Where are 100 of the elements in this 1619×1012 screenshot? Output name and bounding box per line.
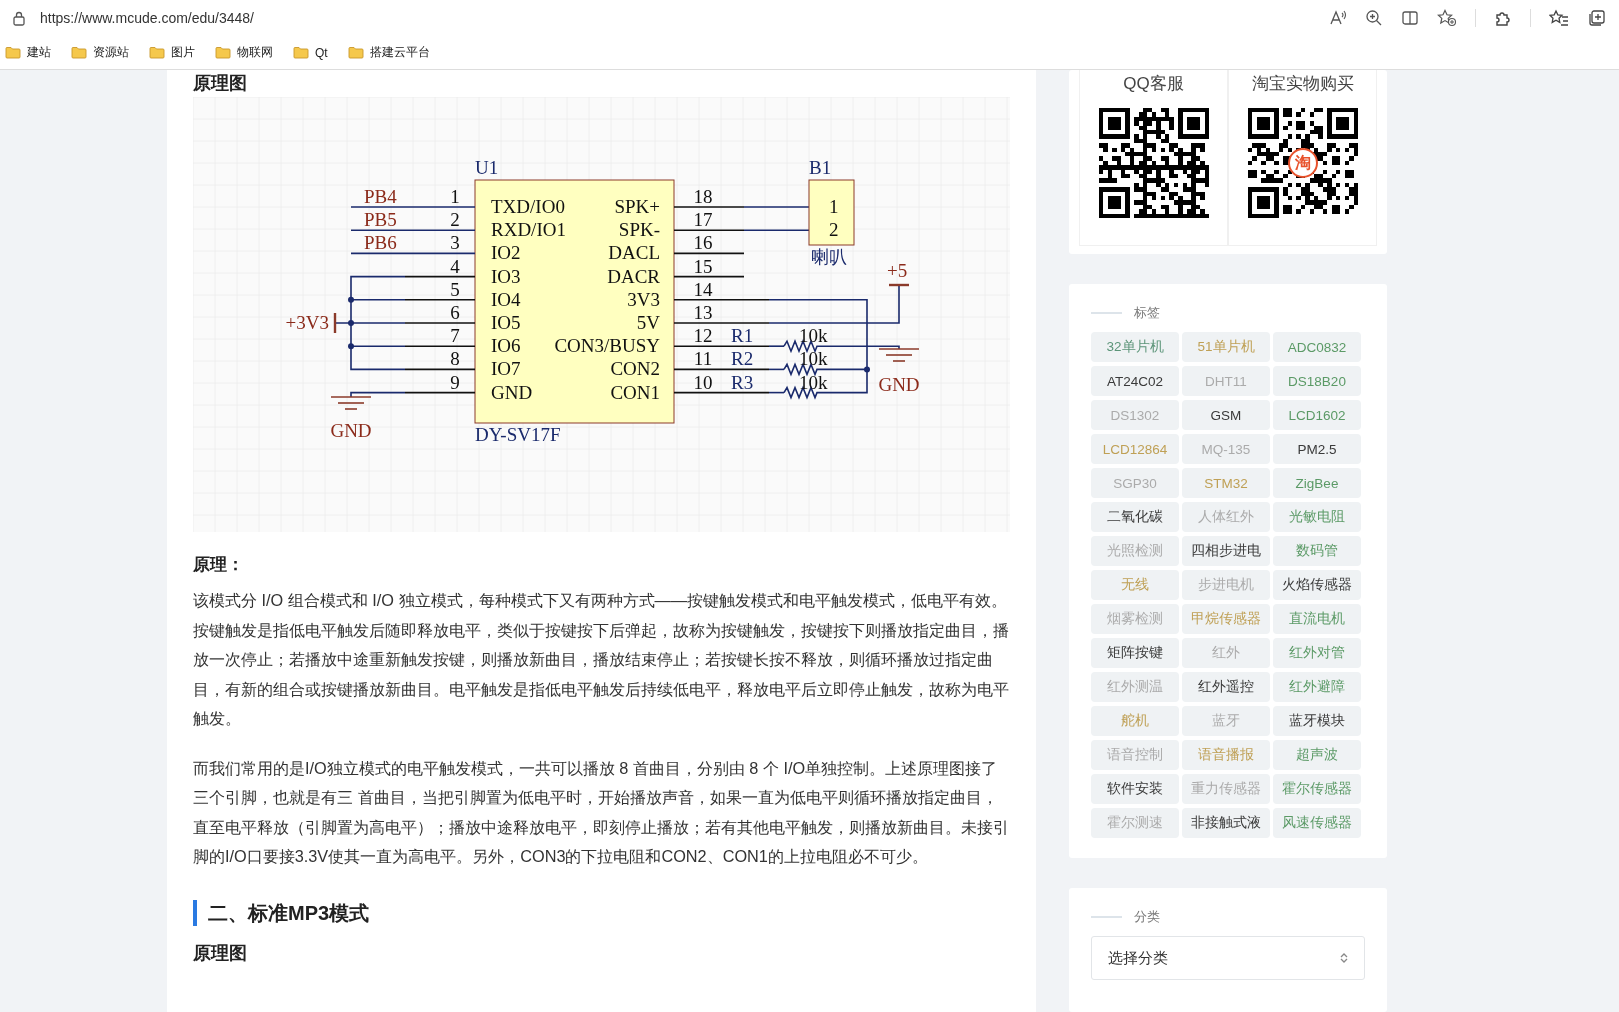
- split-screen-icon[interactable]: [1401, 9, 1419, 27]
- pin-number: 8: [450, 348, 460, 370]
- tag-link[interactable]: 蓝牙模块: [1273, 706, 1361, 736]
- power-symbol: [889, 283, 909, 287]
- tag-link[interactable]: 红外遥控: [1182, 672, 1270, 702]
- tag-link[interactable]: 红外测温: [1091, 672, 1179, 702]
- bookmark-item[interactable]: 搭建云平台: [347, 44, 430, 61]
- pin-number: 1: [829, 196, 839, 217]
- tag-link[interactable]: PM2.5: [1273, 434, 1361, 464]
- tag-link[interactable]: 烟雾检测: [1091, 604, 1179, 634]
- tag-link[interactable]: 人体红外: [1182, 502, 1270, 532]
- tag-link[interactable]: AT24C02: [1091, 366, 1179, 396]
- tag-link[interactable]: 32单片机: [1091, 332, 1179, 362]
- tag-link[interactable]: 矩阵按键: [1091, 638, 1179, 668]
- bookmark-item[interactable]: 图片: [149, 44, 195, 61]
- net-label: PB4: [364, 186, 397, 207]
- tag-link[interactable]: 霍尔传感器: [1273, 774, 1361, 804]
- add-favorite-icon[interactable]: [1437, 9, 1457, 27]
- bookmark-item[interactable]: 建站: [5, 44, 51, 61]
- pin-name: IO3: [491, 265, 521, 287]
- tag-link[interactable]: DHT11: [1182, 366, 1270, 396]
- tag-link[interactable]: SGP30: [1091, 468, 1179, 498]
- tag-link[interactable]: 语音控制: [1091, 740, 1179, 770]
- favorites-icon[interactable]: [1549, 9, 1569, 27]
- tag-link[interactable]: 光敏电阻: [1273, 502, 1361, 532]
- tag-link[interactable]: 风速传感器: [1273, 808, 1361, 838]
- tag-link[interactable]: 红外对管: [1273, 638, 1361, 668]
- tag-link[interactable]: 非接触式液: [1182, 808, 1270, 838]
- tag-link[interactable]: 超声波: [1273, 740, 1361, 770]
- tag-link[interactable]: 语音播报: [1182, 740, 1270, 770]
- card-title: 分类: [1134, 908, 1160, 926]
- speaker-ref: B1: [809, 157, 832, 178]
- bookmark-item[interactable]: Qt: [293, 45, 328, 60]
- bookmark-item[interactable]: 资源站: [71, 44, 129, 61]
- resistor-lead: [768, 368, 785, 371]
- tag-link[interactable]: LCD12864: [1091, 434, 1179, 464]
- pin-number: 17: [693, 209, 713, 231]
- tag-link[interactable]: 光照检测: [1091, 536, 1179, 566]
- ground-symbol: [330, 396, 372, 410]
- chip-ref: U1: [475, 157, 499, 178]
- speaker-wire: [743, 229, 810, 231]
- collections-icon[interactable]: [1587, 9, 1607, 27]
- pin-name: IO4: [491, 288, 521, 310]
- pin-name: DACL: [608, 242, 660, 264]
- read-aloud-icon[interactable]: [1329, 9, 1347, 27]
- folder-icon: [5, 46, 21, 59]
- pin-number: 3: [450, 232, 460, 254]
- tag-link[interactable]: ADC0832: [1273, 332, 1361, 362]
- section-label: 原理：: [193, 554, 245, 576]
- tag-link[interactable]: MQ-135: [1182, 434, 1270, 464]
- tag-link[interactable]: 甲烷传感器: [1182, 604, 1270, 634]
- extensions-icon[interactable]: [1494, 9, 1512, 27]
- tag-link[interactable]: 舵机: [1091, 706, 1179, 736]
- junction-dot: [348, 320, 354, 326]
- tag-link[interactable]: 红外: [1182, 638, 1270, 668]
- pin-name: 5V: [636, 312, 660, 333]
- tag-link[interactable]: 红外避障: [1273, 672, 1361, 702]
- pin-wire: [404, 345, 476, 347]
- tag-link[interactable]: 火焰传感器: [1273, 570, 1361, 600]
- tag-link[interactable]: 重力传感器: [1182, 774, 1270, 804]
- zoom-in-icon[interactable]: [1365, 9, 1383, 27]
- tag-link[interactable]: 二氧化碳: [1091, 502, 1179, 532]
- resistor-lead: [768, 391, 785, 394]
- tag-link[interactable]: 蓝牙: [1182, 706, 1270, 736]
- ground-label: GND: [330, 420, 372, 441]
- junction-dot: [348, 296, 354, 303]
- resistor-value: 10k: [799, 348, 828, 370]
- qr-title: QQ客服: [1123, 73, 1184, 95]
- pin-wire: [673, 206, 745, 208]
- ground-symbol: [878, 348, 920, 362]
- speaker-name: 喇叭: [811, 247, 847, 267]
- pin-name: 3V3: [627, 288, 660, 310]
- pin-number: 13: [693, 302, 713, 323]
- tag-link[interactable]: DS1302: [1091, 400, 1179, 430]
- tag-link[interactable]: 直流电机: [1273, 604, 1361, 634]
- subsection-heading: 原理图: [193, 941, 248, 964]
- tag-link[interactable]: 四相步进电: [1182, 536, 1270, 566]
- tag-link[interactable]: LCD1602: [1273, 400, 1361, 430]
- tag-link[interactable]: 51单片机: [1182, 332, 1270, 362]
- tag-link[interactable]: 数码管: [1273, 536, 1361, 566]
- tag-link[interactable]: STM32: [1182, 468, 1270, 498]
- ground-wire: [350, 391, 406, 398]
- tag-link[interactable]: GSM: [1182, 400, 1270, 430]
- pin-wire: [404, 368, 476, 371]
- category-select[interactable]: 选择分类: [1091, 936, 1365, 980]
- bookmark-item[interactable]: 物联网: [215, 44, 273, 61]
- paragraph: 该模式分 I/O 组合模式和 I/O 独立模式，每种模式下又有两种方式——按键触发模式和电平触发模式，低电平有效。按键触发是指低电平触发后随即释放电平，类似于按键按下后弹起，故称为按键触发，按键按下则播放指定曲目，播放一次停止；若播放中途重新触发按键，则播放新曲目，播放结束停止；若按键长按不释放，则循环播放过指定曲目，有新的组合或按键播放新曲目。电平触发是指低电平触发后持续低电平，释放电平后立即停止触发，故称为电平触发。: [193, 590, 1010, 729]
- tag-link[interactable]: ZigBee: [1273, 468, 1361, 498]
- tag-link[interactable]: 霍尔测速: [1091, 808, 1179, 838]
- tag-link[interactable]: 软件安装: [1091, 774, 1179, 804]
- pin-wire: [673, 252, 745, 255]
- resistor-ref: R1: [731, 325, 754, 347]
- tag-link[interactable]: DS18B20: [1273, 366, 1361, 396]
- pin-name: SPK-: [618, 219, 660, 241]
- section-heading: 二、标准MP3模式: [193, 899, 1010, 926]
- tag-link[interactable]: 无线: [1091, 570, 1179, 600]
- lock-icon[interactable]: [12, 10, 26, 26]
- pin-name: GND: [491, 381, 533, 403]
- tag-link[interactable]: 步进电机: [1182, 570, 1270, 600]
- power-label: +5: [887, 260, 908, 281]
